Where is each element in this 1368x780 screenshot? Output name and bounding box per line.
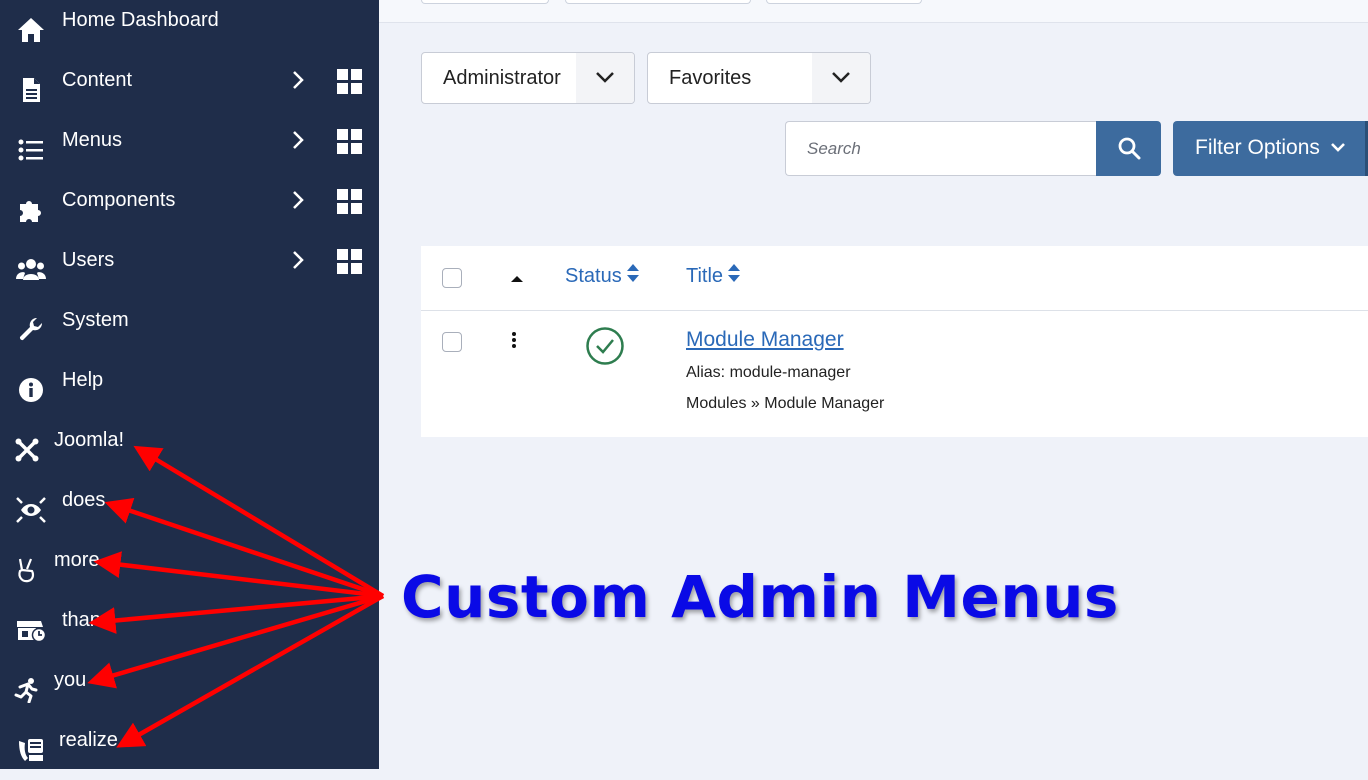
home-icon [16, 16, 46, 44]
toolbar-button[interactable] [565, 0, 751, 4]
menu-select[interactable]: Favorites [647, 52, 871, 104]
row-checkbox[interactable] [442, 332, 462, 352]
eye-arrows-icon [16, 496, 46, 524]
sidebar-item-content[interactable]: Content [0, 60, 379, 120]
status-header-label: Status [565, 265, 622, 287]
items-table: Status Title Module Manager Alias: modul… [421, 246, 1368, 437]
client-select-value: Administrator [443, 67, 561, 89]
sidebar-item-does[interactable]: does [0, 480, 379, 540]
chevron-right-icon[interactable] [288, 189, 308, 216]
sidebar-item-you[interactable]: you [0, 660, 379, 720]
sidebar-item-label: Content [62, 69, 133, 91]
peace-hand-icon [12, 556, 42, 584]
annotation-title: Custom Admin Menus [401, 563, 1119, 631]
sort-icon [626, 247, 640, 307]
sidebar-item-label: than [62, 609, 101, 631]
dashboard-grid-icon[interactable] [337, 69, 363, 100]
table-header: Status Title [421, 246, 1368, 311]
sidebar-item-label: Components [62, 189, 176, 211]
sidebar-item-label: realize [59, 729, 118, 751]
sidebar-item-label: Users [62, 249, 115, 271]
sidebar-item-label: Home Dashboard [62, 9, 219, 31]
title-column-header[interactable]: Title [686, 246, 741, 307]
chevron-right-icon[interactable] [288, 69, 308, 96]
info-icon [16, 376, 46, 404]
chevron-down-icon [576, 53, 634, 103]
sidebar: Home Dashboard Content Menus Components … [0, 0, 379, 769]
sidebar-item-more[interactable]: more [0, 540, 379, 600]
users-icon [16, 256, 46, 284]
sidebar-item-menus[interactable]: Menus [0, 120, 379, 180]
toolbar-button[interactable] [421, 0, 549, 4]
sidebar-item-label: Menus [62, 129, 123, 151]
chevron-right-icon[interactable] [288, 249, 308, 276]
search-input[interactable] [785, 121, 1097, 176]
list-icon [16, 136, 46, 164]
published-check-icon[interactable] [585, 326, 625, 371]
ordering-sort-icon[interactable] [510, 270, 524, 288]
sidebar-item-label: System [62, 309, 129, 331]
chevron-down-icon [812, 53, 870, 103]
filter-options-button[interactable]: Filter Options [1173, 121, 1368, 176]
sidebar-item-home-dashboard[interactable]: Home Dashboard [0, 0, 379, 60]
item-alias: Alias: module-manager [686, 364, 851, 381]
item-path: Modules » Module Manager [686, 395, 885, 412]
drag-handle-icon[interactable] [511, 331, 517, 354]
dashboard-grid-icon[interactable] [337, 249, 363, 280]
toolbar-button[interactable] [766, 0, 922, 4]
select-all-checkbox[interactable] [442, 268, 462, 288]
sidebar-item-help[interactable]: Help [0, 360, 379, 420]
joomla-icon [12, 436, 42, 464]
sidebar-item-system[interactable]: System [0, 300, 379, 360]
sidebar-item-label: does [62, 489, 106, 511]
status-column-header[interactable]: Status [565, 246, 640, 307]
title-header-label: Title [686, 265, 724, 287]
sidebar-item-joomla[interactable]: Joomla! [0, 420, 379, 480]
file-icon [16, 76, 46, 104]
wrench-icon [16, 316, 46, 344]
client-select[interactable]: Administrator [421, 52, 635, 104]
sidebar-item-users[interactable]: Users [0, 240, 379, 300]
puzzle-icon [16, 196, 46, 224]
filter-options-label: Filter Options [1195, 136, 1320, 159]
item-title-link[interactable]: Module Manager [686, 328, 844, 352]
dashboard-grid-icon[interactable] [337, 189, 363, 220]
dashboard-grid-icon[interactable] [337, 129, 363, 160]
sidebar-item-than[interactable]: than [0, 600, 379, 660]
sort-icon [727, 247, 741, 307]
toolbar [379, 0, 1368, 23]
menu-select-value: Favorites [669, 67, 752, 89]
sidebar-item-label: more [54, 549, 100, 571]
running-person-icon [12, 676, 42, 704]
chevron-right-icon[interactable] [288, 129, 308, 156]
shop-clock-icon [16, 616, 46, 644]
sidebar-item-label: Help [62, 369, 104, 391]
sidebar-item-realize[interactable]: realize [0, 720, 379, 780]
reception-icon [16, 736, 46, 764]
sidebar-item-label: Joomla! [54, 429, 125, 451]
sidebar-item-label: you [54, 669, 87, 691]
sidebar-item-components[interactable]: Components [0, 180, 379, 240]
search-button[interactable] [1096, 121, 1161, 176]
